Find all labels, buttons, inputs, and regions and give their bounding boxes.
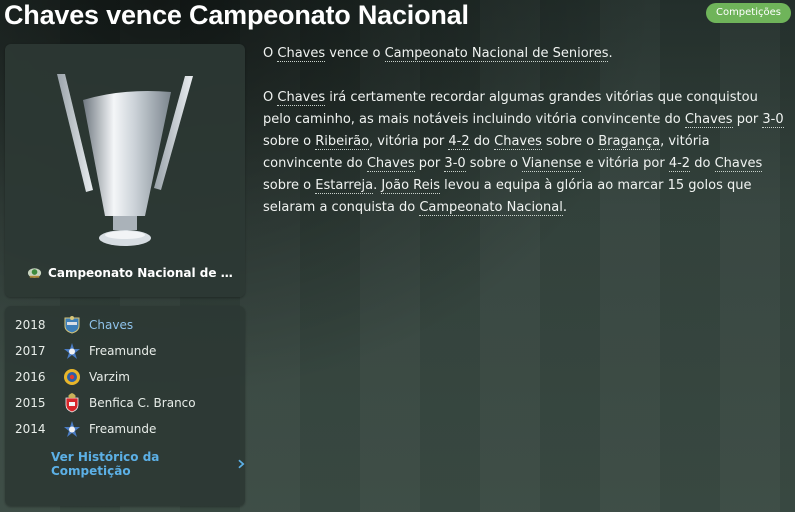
team-link-chaves[interactable]: Chaves [277, 90, 326, 106]
winner-row[interactable]: 2015 Benfica C. Branco [15, 393, 196, 413]
varzim-crest-icon [61, 367, 83, 387]
match-score-link[interactable]: 3-0 [762, 112, 784, 128]
article-text: sobre o [263, 178, 316, 193]
article-text: . [608, 46, 613, 61]
article-text: sobre o [541, 134, 599, 149]
freamunde-crest-icon [61, 419, 83, 439]
article-text: do [690, 156, 715, 171]
team-link-vianense[interactable]: Vianense [522, 156, 582, 172]
article-text: por [414, 156, 445, 171]
player-link[interactable]: João Reis [381, 178, 441, 194]
article-text: , vitória por [369, 134, 449, 149]
winner-team[interactable]: Varzim [89, 370, 130, 384]
winner-year: 2016 [15, 370, 46, 384]
winner-year: 2018 [15, 318, 46, 332]
article-text: sobre o [263, 134, 316, 149]
winner-row[interactable]: 2017 Freamunde [15, 341, 156, 361]
trophy-card[interactable]: Campeonato Nacional de Se... [5, 44, 245, 297]
team-link-chaves[interactable]: Chaves [366, 156, 415, 172]
winner-team[interactable]: Benfica C. Branco [89, 396, 196, 410]
winner-team-link[interactable]: Chaves [89, 318, 133, 332]
page-title: Chaves vence Campeonato Nacional [4, 0, 469, 30]
article-text: sobre o [465, 156, 523, 171]
match-score-link[interactable]: 4-2 [668, 156, 691, 172]
freamunde-crest-icon [61, 341, 83, 361]
competition-name-row[interactable]: Campeonato Nacional de Se... [27, 266, 239, 280]
competition-logo-icon [27, 268, 42, 278]
team-link-ribeirao[interactable]: Ribeirão [315, 134, 370, 150]
winner-team[interactable]: Freamunde [89, 422, 156, 436]
winner-row[interactable]: 2018 Chaves [15, 315, 133, 335]
match-score-link[interactable]: 4-2 [448, 134, 470, 150]
trophy-icon [57, 74, 193, 246]
winner-row[interactable]: 2014 Freamunde [15, 419, 156, 439]
article-text: do [469, 134, 495, 149]
news-article: O Chaves vence o Campeonato Nacional de … [263, 43, 785, 241]
chevron-right-icon [238, 459, 245, 469]
chaves-crest-icon [61, 315, 83, 335]
history-link-label: Ver Histórico da Competição [51, 450, 160, 478]
winner-year: 2015 [15, 396, 46, 410]
match-score-link[interactable]: 3-0 [444, 156, 466, 172]
winner-team[interactable]: Freamunde [89, 344, 156, 358]
benfica-crest-icon [61, 393, 83, 413]
competition-link[interactable]: Campeonato Nacional de Seniores [384, 46, 609, 62]
competition-name: Campeonato Nacional de Se... [48, 266, 239, 280]
article-text: vence o [325, 46, 385, 61]
team-link-estarreja[interactable]: Estarreja [315, 178, 374, 194]
article-text: por [732, 112, 763, 127]
article-text: e vitória por [581, 156, 669, 171]
article-paragraph: O Chaves vence o Campeonato Nacional de … [263, 43, 785, 65]
team-link-chaves[interactable]: Chaves [494, 134, 542, 150]
category-tag[interactable]: Competições [705, 3, 791, 23]
winner-row[interactable]: 2016 Varzim [15, 367, 130, 387]
team-link-chaves[interactable]: Chaves [714, 156, 763, 172]
winner-year: 2017 [15, 344, 46, 358]
article-text: O [263, 46, 278, 61]
competition-history-link[interactable]: Ver Histórico da Competição [51, 450, 245, 478]
competition-link[interactable]: Campeonato Nacional [419, 200, 563, 216]
article-paragraph: O Chaves irá certamente recordar algumas… [263, 87, 785, 219]
past-winners-card: 2018 Chaves 2017 Freamunde 2016 Varzim 2… [5, 306, 245, 506]
winner-year: 2014 [15, 422, 46, 436]
article-text: irá certamente recordar algumas grandes … [263, 90, 758, 127]
team-link-chaves[interactable]: Chaves [277, 46, 326, 62]
team-link-braganca[interactable]: Bragança [598, 134, 661, 150]
team-link-chaves[interactable]: Chaves [684, 112, 733, 128]
article-text: O [263, 90, 278, 105]
article-text: . [562, 200, 567, 215]
